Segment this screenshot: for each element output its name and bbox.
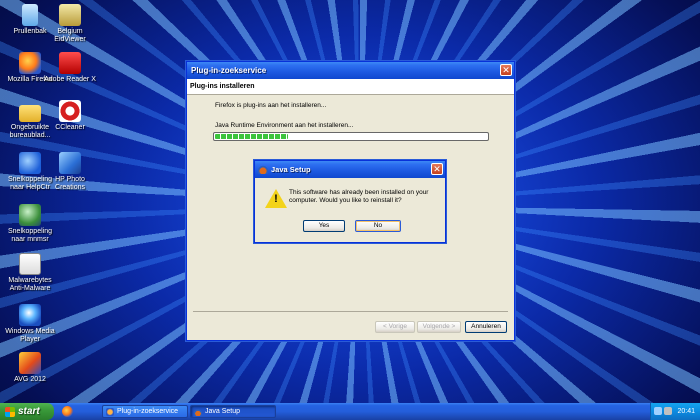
desktop-icon-hp-photo[interactable]: HP Photo Creations xyxy=(42,152,98,192)
plugin-window-titlebar[interactable]: Plug-in-zoekservice xyxy=(187,62,514,79)
install-progress-fill xyxy=(215,134,289,139)
java-icon xyxy=(194,408,202,416)
taskbar-item-label: Java Setup xyxy=(205,408,241,415)
footer-divider xyxy=(193,311,508,312)
next-button[interactable]: Volgende > xyxy=(417,321,461,333)
system-tray: 20:41 xyxy=(650,403,700,420)
desktop-icon-ccleaner[interactable]: CCleaner xyxy=(42,100,98,132)
clock: 20:41 xyxy=(677,408,695,415)
desktop-icon-malwarebytes[interactable]: Malwarebytes Anti-Malware xyxy=(2,253,58,293)
cancel-button[interactable]: Annuleren xyxy=(465,321,507,333)
desktop-icon-label: Snelkoppeling naar mnmsr xyxy=(8,228,52,243)
network-icon[interactable] xyxy=(654,407,662,415)
java-setup-dialog: Java Setup ✕ ! This software has already… xyxy=(254,160,446,243)
belgium-eid-icon xyxy=(59,4,81,26)
desktop-icon-belgium-eid[interactable]: Belgium EidViewer xyxy=(42,4,98,44)
recycle-bin-icon xyxy=(22,4,38,26)
desktop-icon-label: Malwarebytes Anti-Malware xyxy=(8,277,52,292)
avg-icon xyxy=(19,352,41,374)
desktop-icon-label: CCleaner xyxy=(55,124,85,131)
plugin-install-text: Java Runtime Environment aan het install… xyxy=(215,122,354,129)
java-icon xyxy=(258,164,268,174)
folder-icon xyxy=(19,105,41,122)
desktop-icon-label: HP Photo Creations xyxy=(55,176,85,191)
install-status-text: Firefox is plug-ins aan het installeren.… xyxy=(215,102,327,109)
no-button[interactable]: No xyxy=(355,220,401,232)
meeting-icon xyxy=(19,204,41,226)
desktop-icon-adobe-reader[interactable]: Adobe Reader X xyxy=(42,52,98,84)
quicklaunch-firefox-icon[interactable] xyxy=(62,406,73,417)
java-dialog-title: Java Setup xyxy=(271,165,311,174)
firefox-icon xyxy=(19,52,41,74)
yes-button[interactable]: Yes xyxy=(303,220,345,232)
help-center-icon xyxy=(19,152,41,174)
install-progress-bar xyxy=(213,132,489,141)
warning-exclamation-icon: ! xyxy=(274,193,278,205)
windows-logo-icon xyxy=(5,407,15,417)
plugin-window-title: Plug-in-zoekservice xyxy=(191,66,267,75)
taskbar-item-label: Plug-in-zoekservice xyxy=(117,408,179,415)
java-dialog-titlebar[interactable]: Java Setup xyxy=(255,161,445,178)
ccleaner-icon xyxy=(59,100,81,122)
close-icon[interactable]: ✕ xyxy=(500,64,512,76)
taskbar-item-plugin-finder[interactable]: Plug-in-zoekservice xyxy=(102,405,188,418)
media-player-icon xyxy=(19,304,41,326)
desktop-icon-label: Belgium EidViewer xyxy=(54,28,86,43)
adobe-reader-icon xyxy=(59,52,81,74)
close-icon[interactable]: ✕ xyxy=(431,163,443,175)
desktop-icon-label: AVG 2012 xyxy=(14,376,46,383)
firefox-icon xyxy=(106,408,114,416)
volume-icon[interactable] xyxy=(664,407,672,415)
plugin-window-header: Plug-ins installeren xyxy=(187,79,514,95)
desktop-icon-media-player[interactable]: Windows Media Player xyxy=(2,304,58,344)
malwarebytes-icon xyxy=(19,253,41,275)
start-button[interactable]: start xyxy=(0,403,54,420)
desktop-icon-avg[interactable]: AVG 2012 xyxy=(2,352,58,384)
desktop-icon-label: Windows Media Player xyxy=(5,328,55,343)
desktop-icon-meeting[interactable]: Snelkoppeling naar mnmsr xyxy=(2,204,58,244)
taskbar: start Plug-in-zoekservice Java Setup 20:… xyxy=(0,403,700,420)
java-dialog-message: This software has already been installed… xyxy=(289,189,429,204)
desktop-icon-label: Adobe Reader X xyxy=(44,76,96,83)
hp-photo-icon xyxy=(59,152,81,174)
taskbar-item-java-setup[interactable]: Java Setup xyxy=(190,405,276,418)
start-label: start xyxy=(18,406,40,417)
back-button[interactable]: < Vorige xyxy=(375,321,415,333)
